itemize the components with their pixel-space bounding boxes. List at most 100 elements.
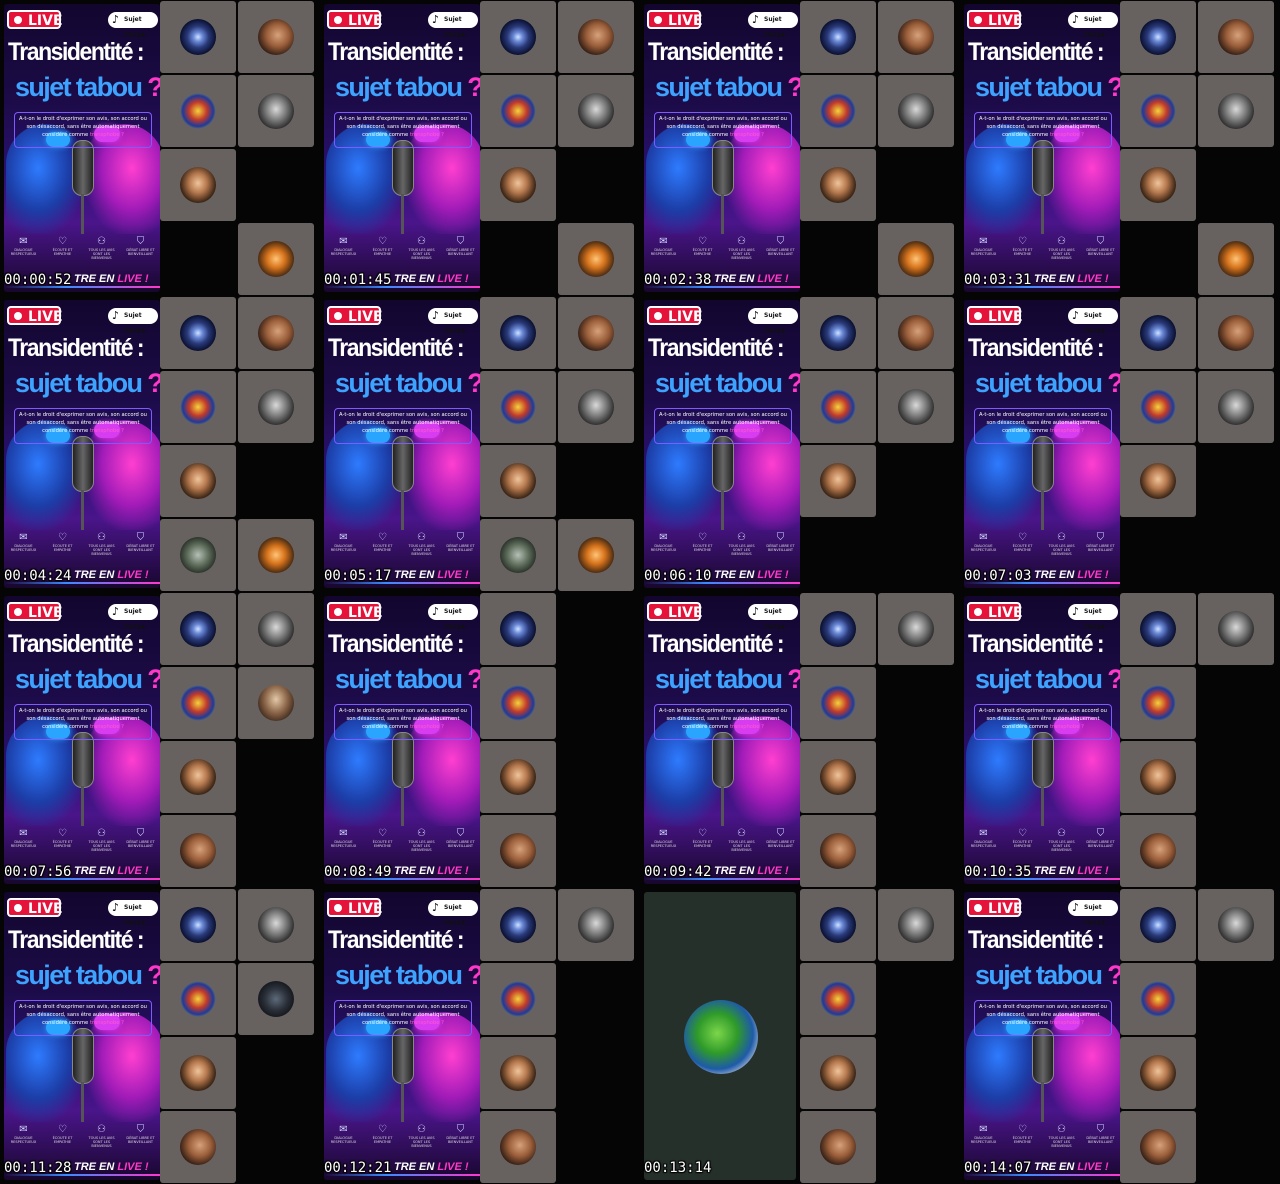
participant-tile[interactable] [1120,1111,1196,1183]
participant-tile[interactable] [160,1037,236,1109]
participant-tile[interactable] [558,1,634,73]
participant-tile[interactable] [800,815,876,887]
participant-tile[interactable] [1198,223,1274,295]
participant-tile[interactable] [238,519,314,591]
participant-tile[interactable] [238,75,314,147]
participant-tile[interactable] [238,667,314,739]
participant-tile[interactable] [558,519,634,591]
participant-tile[interactable] [800,445,876,517]
participant-tile[interactable] [1120,1,1196,73]
participant-tile[interactable] [878,593,954,665]
participant-tile[interactable] [160,963,236,1035]
participant-tile[interactable] [480,1,556,73]
participant-tile[interactable] [480,519,556,591]
participant-tile[interactable] [480,667,556,739]
video-frame-thumbnail[interactable]: LIVE ♪ Sujet TikTok Transidentité : sujet… [960,888,1280,1184]
participant-tile[interactable] [800,1,876,73]
participant-tile[interactable] [238,963,314,1035]
participant-tile[interactable] [800,149,876,221]
video-frame-thumbnail[interactable]: LIVE ♪ Sujet TikTok Transidentité : sujet… [0,888,320,1184]
video-frame-thumbnail[interactable]: LIVE ♪ Sujet TikTok Transidentité : sujet… [640,296,960,592]
participant-tile[interactable] [1198,75,1274,147]
participant-tile[interactable] [558,371,634,443]
video-frame-thumbnail[interactable]: LIVE ♪ Sujet TikTok Transidentité : sujet… [0,296,320,592]
participant-tile[interactable] [160,1111,236,1183]
participant-tile[interactable] [480,75,556,147]
participant-tile[interactable] [878,297,954,369]
video-frame-thumbnail[interactable]: LIVE ♪ Sujet TikTok Transidentité : sujet… [0,592,320,888]
participant-tile[interactable] [160,445,236,517]
participant-tile[interactable] [878,371,954,443]
participant-tile[interactable] [480,815,556,887]
video-frame-thumbnail[interactable]: LIVE ♪ Sujet TikTok Transidentité : sujet… [640,592,960,888]
participant-tile[interactable] [160,815,236,887]
video-frame-thumbnail[interactable]: LIVE ♪ Sujet TikTok Transidentité : sujet… [320,592,640,888]
participant-tile[interactable] [480,1111,556,1183]
participant-tile[interactable] [878,223,954,295]
participant-tile[interactable] [1120,297,1196,369]
video-frame-thumbnail[interactable]: LIVE ♪ Sujet TikTok Transidentité : sujet… [0,0,320,296]
participant-tile[interactable] [1120,371,1196,443]
participant-tile[interactable] [160,593,236,665]
participant-tile[interactable] [878,75,954,147]
participant-tile[interactable] [800,75,876,147]
participant-tile[interactable] [160,889,236,961]
participant-tile[interactable] [1198,1,1274,73]
participant-tile[interactable] [1120,445,1196,517]
participant-tile[interactable] [1120,741,1196,813]
participant-tile[interactable] [1120,963,1196,1035]
participant-tile[interactable] [1198,371,1274,443]
participant-tile[interactable] [160,519,236,591]
participant-tile[interactable] [558,223,634,295]
participant-tile[interactable] [480,371,556,443]
participant-tile[interactable] [558,889,634,961]
participant-tile[interactable] [160,149,236,221]
participant-tile[interactable] [800,371,876,443]
participant-tile[interactable] [160,741,236,813]
participant-tile[interactable] [800,667,876,739]
participant-tile[interactable] [480,741,556,813]
participant-tile[interactable] [1120,667,1196,739]
participant-tile[interactable] [800,1111,876,1183]
participant-tile[interactable] [1120,75,1196,147]
video-frame-thumbnail[interactable]: LIVE ♪ Sujet TikTok Transidentité : sujet… [320,888,640,1184]
participant-tile[interactable] [238,593,314,665]
participant-tile[interactable] [160,75,236,147]
participant-tile[interactable] [238,1,314,73]
participant-tile[interactable] [238,889,314,961]
participant-tile[interactable] [1198,297,1274,369]
participant-tile[interactable] [160,297,236,369]
video-frame-thumbnail[interactable]: LIVE ♪ Sujet TikTok Transidentité : sujet… [960,592,1280,888]
participant-tile[interactable] [878,889,954,961]
participant-tile[interactable] [480,889,556,961]
participant-tile[interactable] [558,297,634,369]
participant-tile[interactable] [480,963,556,1035]
participant-tile[interactable] [800,741,876,813]
participant-tile[interactable] [800,1037,876,1109]
participant-tile[interactable] [1120,149,1196,221]
participant-tile[interactable] [1120,593,1196,665]
video-frame-thumbnail[interactable]: LIVE ♪ Sujet TikTok Transidentité : sujet… [320,296,640,592]
participant-tile[interactable] [800,593,876,665]
participant-tile[interactable] [238,297,314,369]
participant-tile[interactable] [480,445,556,517]
participant-tile[interactable] [878,1,954,73]
video-frame-thumbnail[interactable]: LIVE ♪ Sujet TikTok Transidentité : sujet… [960,296,1280,592]
video-frame-thumbnail[interactable]: 00:13:14 [640,888,960,1184]
video-frame-thumbnail[interactable]: LIVE ♪ Sujet TikTok Transidentité : sujet… [320,0,640,296]
participant-tile[interactable] [160,1,236,73]
video-frame-thumbnail[interactable]: LIVE ♪ Sujet TikTok Transidentité : sujet… [640,0,960,296]
participant-tile[interactable] [480,593,556,665]
participant-tile[interactable] [238,371,314,443]
participant-tile[interactable] [480,297,556,369]
participant-tile[interactable] [1120,1037,1196,1109]
participant-tile[interactable] [1198,593,1274,665]
participant-tile[interactable] [1198,889,1274,961]
participant-tile[interactable] [800,889,876,961]
participant-tile[interactable] [800,297,876,369]
participant-tile[interactable] [1120,815,1196,887]
participant-tile[interactable] [480,1037,556,1109]
participant-tile[interactable] [800,963,876,1035]
video-frame-thumbnail[interactable]: LIVE ♪ Sujet TikTok Transidentité : sujet… [960,0,1280,296]
participant-tile[interactable] [160,667,236,739]
